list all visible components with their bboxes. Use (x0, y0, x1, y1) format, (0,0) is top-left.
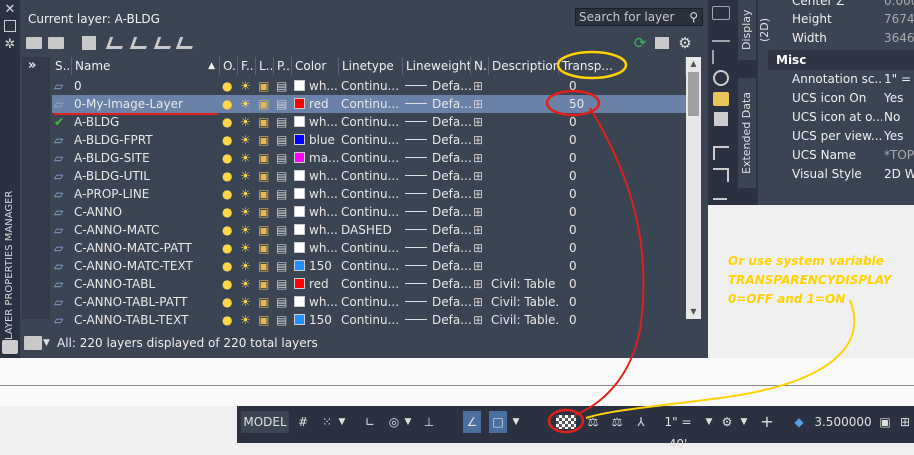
note-line-1: Or use system variable (728, 254, 884, 268)
note-line-2: TRANSPARENCYDISPLAY (728, 273, 892, 287)
annotation-ellipse-statusbar (547, 408, 585, 434)
note-line-3: 0=OFF and 1=ON (728, 292, 846, 306)
annotation-yellow-connector (585, 299, 856, 419)
annotation-ellipse-transparency-header (556, 50, 628, 80)
annotation-overlay (54, 50, 856, 434)
annotation-red-connector (574, 107, 645, 416)
